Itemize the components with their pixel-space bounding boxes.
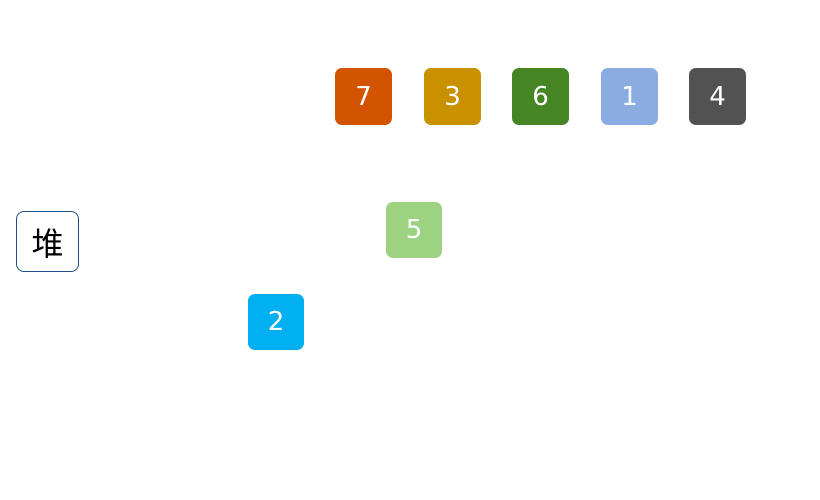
tile-value: 2 — [267, 307, 285, 337]
workspace: 堆 7 3 6 1 4 5 2 — [0, 0, 820, 500]
number-tile-row-5[interactable]: 4 — [689, 68, 746, 125]
number-tile-row-3[interactable]: 6 — [512, 68, 569, 125]
number-tile-floating-1[interactable]: 5 — [386, 202, 442, 258]
number-tile-row-1[interactable]: 7 — [335, 68, 392, 125]
tile-value: 4 — [709, 81, 726, 112]
tile-value: 3 — [444, 81, 461, 112]
number-tile-floating-2[interactable]: 2 — [248, 294, 304, 350]
heap-button[interactable]: 堆 — [16, 211, 79, 272]
tile-value: 6 — [532, 81, 549, 112]
tile-value: 1 — [621, 81, 638, 112]
tile-value: 7 — [355, 81, 372, 112]
tile-value: 5 — [405, 215, 423, 245]
number-tile-row-4[interactable]: 1 — [601, 68, 658, 125]
number-tile-row-2[interactable]: 3 — [424, 68, 481, 125]
